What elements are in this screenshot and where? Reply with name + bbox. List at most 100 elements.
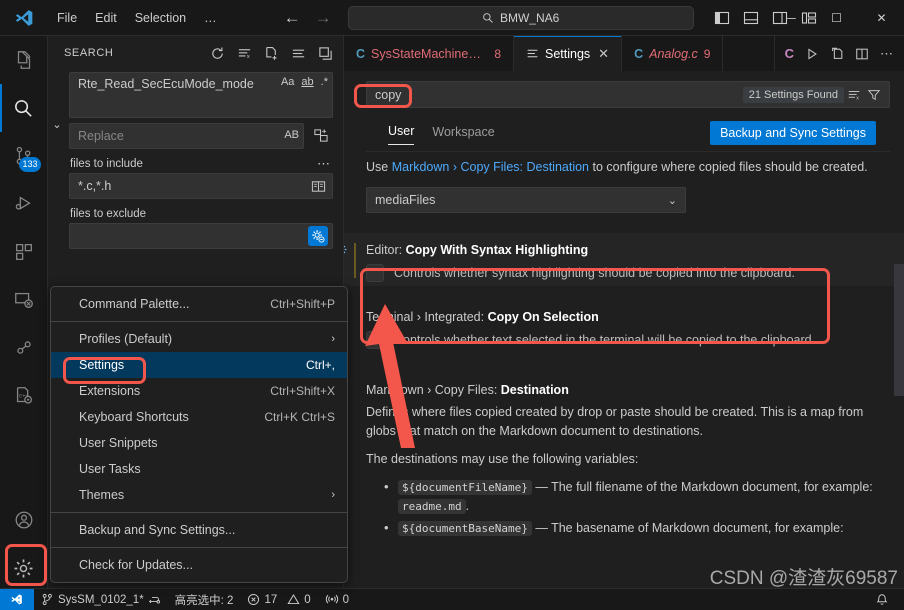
files-to-exclude-input[interactable]	[69, 223, 333, 249]
menu-backup-and-sync-settings[interactable]: Backup and Sync Settings...	[51, 517, 347, 543]
replace-input[interactable]: Replace AB	[69, 123, 304, 149]
menu-selection[interactable]: Selection	[126, 7, 195, 29]
menu-file[interactable]: File	[48, 7, 86, 29]
tab-bar: C SysStateMachineM.c 8 Settings ✕ C Anal…	[344, 36, 904, 71]
run-icon[interactable]	[805, 47, 819, 61]
tab-label: Settings	[545, 46, 591, 61]
quick-open-input[interactable]: BMW_NA6	[347, 5, 694, 30]
settings-gear-icon[interactable]	[344, 243, 348, 256]
tab-label: Analog.c	[649, 46, 698, 61]
activity-remote-explorer[interactable]	[0, 276, 48, 324]
split-terminal-icon[interactable]	[830, 47, 844, 61]
view-as-list-icon[interactable]	[288, 43, 308, 63]
activity-search[interactable]	[0, 84, 48, 132]
sync-icon[interactable]	[148, 593, 161, 606]
menu-user-tasks[interactable]: User Tasks	[51, 456, 347, 482]
status-ports[interactable]: 0	[318, 589, 356, 610]
close-icon[interactable]: ✕	[598, 46, 609, 62]
menu-item-shortcut: Ctrl+K Ctrl+S	[264, 410, 335, 424]
backup-and-sync-settings-button[interactable]: Backup and Sync Settings	[710, 120, 876, 145]
editor-actions: C ⋯	[773, 36, 904, 71]
settings-gear-exclude-icon[interactable]	[308, 226, 328, 246]
menu-keyboard-shortcuts[interactable]: Keyboard Shortcuts Ctrl+K Ctrl+S	[51, 404, 347, 430]
setting-description: Controls whether syntax highlighting sho…	[394, 266, 795, 280]
menu-themes[interactable]: Themes ›	[51, 482, 347, 508]
menu-settings[interactable]: Settings Ctrl+,	[51, 352, 347, 378]
sidebar-title: SEARCH	[64, 47, 114, 59]
status-branch[interactable]: SysSM_0102_1*	[34, 589, 168, 610]
tab-sysstatemachine[interactable]: C SysStateMachineM.c 8	[344, 36, 514, 71]
tab-workspace[interactable]: Workspace	[432, 121, 494, 145]
setting-editor-copy-with-syntax-highlighting[interactable]: Editor: Copy With Syntax Highlighting Co…	[344, 233, 904, 286]
toggle-replace-chevron-icon[interactable]: ⌄	[49, 116, 65, 132]
toggle-panel-icon[interactable]	[741, 8, 761, 28]
clear-settings-search-icon[interactable]: x	[844, 85, 864, 105]
activity-cpp-config[interactable]: C++	[0, 372, 48, 420]
menu-item-label: Keyboard Shortcuts	[79, 410, 189, 424]
setting-checkbox[interactable]	[366, 264, 384, 282]
tab-user[interactable]: User	[388, 120, 415, 145]
more-actions-icon[interactable]: ⋯	[880, 46, 894, 62]
menu-command-palette[interactable]: Command Palette... Ctrl+Shift+P	[51, 291, 347, 317]
clear-search-results-icon[interactable]: x	[234, 43, 254, 63]
forward-arrow-icon[interactable]: →	[315, 9, 332, 26]
toggle-primary-sidebar-icon[interactable]	[712, 8, 732, 28]
menu-edit[interactable]: Edit	[86, 7, 126, 29]
activity-accounts[interactable]	[0, 496, 48, 544]
match-whole-word-icon[interactable]: ab	[301, 76, 313, 88]
setting-markdown-copy-files-destination[interactable]: Markdown › Copy Files: Destination Defin…	[344, 375, 904, 545]
code-token: ${documentBaseName}	[398, 521, 532, 536]
menu-item-label: Extensions	[79, 384, 141, 398]
files-to-include-input[interactable]: *.c,*.h	[69, 173, 333, 199]
status-problems[interactable]: 17 0	[240, 589, 317, 610]
manage-context-menu: Command Palette... Ctrl+Shift+P Profiles…	[50, 286, 348, 583]
c-run-icon[interactable]: C	[785, 46, 794, 61]
activity-explorer[interactable]	[0, 36, 48, 84]
menu-user-snippets[interactable]: User Snippets	[51, 430, 347, 456]
toggle-search-details-icon[interactable]: ⋯	[317, 156, 331, 172]
menu-more[interactable]: …	[195, 7, 226, 29]
refresh-icon[interactable]	[207, 43, 227, 63]
menu-check-for-updates[interactable]: Check for Updates...	[51, 552, 347, 578]
activity-run-debug[interactable]	[0, 180, 48, 228]
preserve-case-icon[interactable]: AB	[284, 129, 299, 141]
menu-extensions[interactable]: Extensions Ctrl+Shift+X	[51, 378, 347, 404]
destination-dropdown[interactable]: mediaFiles ⌄	[366, 187, 686, 213]
minimize-button[interactable]: ─	[769, 0, 814, 36]
replace-all-icon[interactable]	[307, 123, 333, 147]
maximize-button[interactable]: ☐	[814, 0, 859, 36]
activity-manage-gear[interactable]	[0, 544, 48, 592]
settings-scrollbar[interactable]	[894, 264, 904, 396]
setting-description: Controls whether text selected in the te…	[394, 333, 816, 347]
activity-bar: 133 C++	[0, 36, 48, 592]
use-regex-icon[interactable]: .*	[321, 76, 328, 88]
activity-extensions[interactable]	[0, 228, 48, 276]
menu-profiles[interactable]: Profiles (Default) ›	[51, 326, 347, 352]
activity-source-control[interactable]: 133	[0, 132, 48, 180]
sidebar-header: SEARCH x	[48, 36, 343, 70]
status-selection[interactable]: 高亮选中: 2	[168, 589, 241, 610]
menu-item-label: User Snippets	[79, 436, 158, 450]
settings-search-input[interactable]: copy 21 Settings Found x	[366, 81, 890, 108]
bell-icon[interactable]	[868, 589, 896, 610]
search-input[interactable]: Rte_Read_SecEcuMode_mode Aa ab .*	[69, 72, 333, 118]
setting-checkbox[interactable]	[366, 331, 384, 349]
settings-list[interactable]: Use Markdown › Copy Files: Destination t…	[344, 152, 904, 575]
remote-window-icon[interactable]	[0, 588, 34, 610]
setting-terminal-copy-on-selection[interactable]: Terminal › Integrated: Copy On Selection…	[344, 300, 904, 353]
collapse-all-icon[interactable]	[315, 43, 335, 63]
split-editor-icon[interactable]	[855, 47, 869, 61]
back-arrow-icon[interactable]: ←	[284, 9, 301, 26]
activity-testing[interactable]	[0, 324, 48, 372]
close-button[interactable]: ✕	[859, 0, 904, 36]
settings-link[interactable]: Markdown › Copy Files: Destination	[392, 160, 589, 174]
cpp-config-icon: C++	[16, 387, 32, 404]
open-new-search-editor-icon[interactable]	[261, 43, 281, 63]
match-case-icon[interactable]: Aa	[281, 76, 294, 88]
tab-analog[interactable]: C Analog.c 9	[622, 36, 724, 71]
book-icon[interactable]	[308, 176, 328, 196]
tab-settings[interactable]: Settings ✕	[514, 36, 623, 71]
filter-icon[interactable]	[864, 85, 884, 105]
setting-name: Copy With Syntax Highlighting	[405, 243, 589, 257]
settings-header: copy 21 Settings Found x User Workspace …	[344, 71, 904, 152]
